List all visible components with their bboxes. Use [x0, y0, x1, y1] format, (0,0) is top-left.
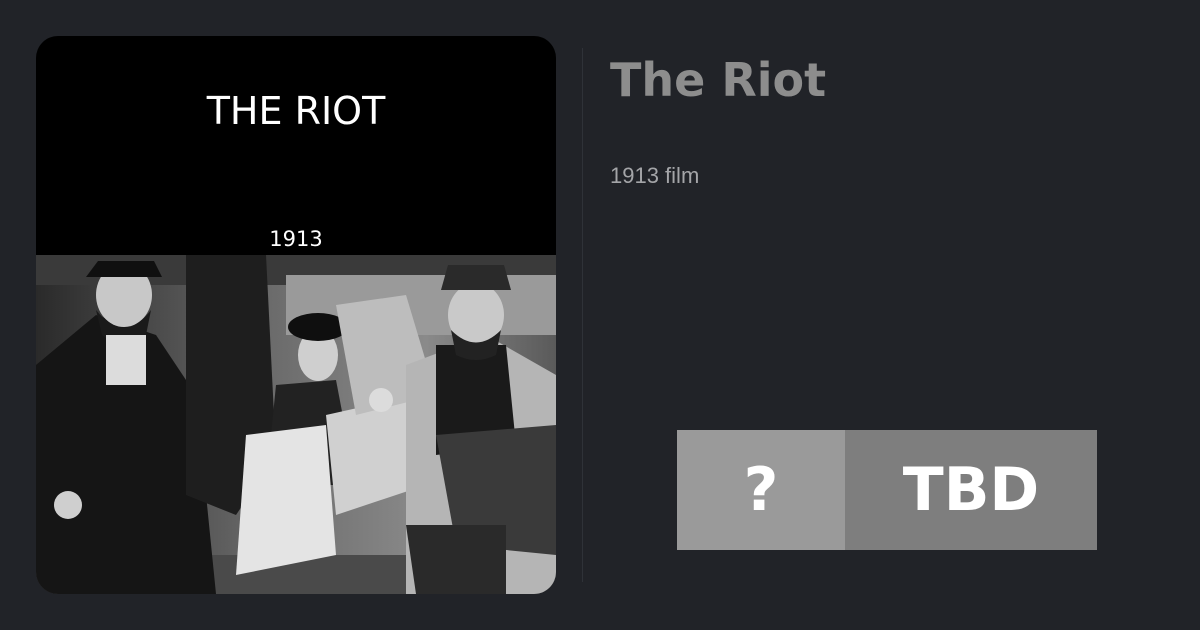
- score-tbd-label: TBD: [845, 430, 1097, 550]
- film-title: The Riot: [610, 53, 827, 107]
- film-meta: 1913 film: [610, 163, 700, 188]
- film-still-photo: [36, 255, 556, 594]
- poster-title: THE RIOT: [206, 89, 386, 133]
- poster-year: 1913: [269, 227, 323, 251]
- score-badge: ? TBD: [677, 430, 1097, 550]
- section-divider: [582, 48, 583, 582]
- film-poster: THE RIOT 1913: [36, 36, 556, 594]
- score-unknown: ?: [677, 430, 845, 550]
